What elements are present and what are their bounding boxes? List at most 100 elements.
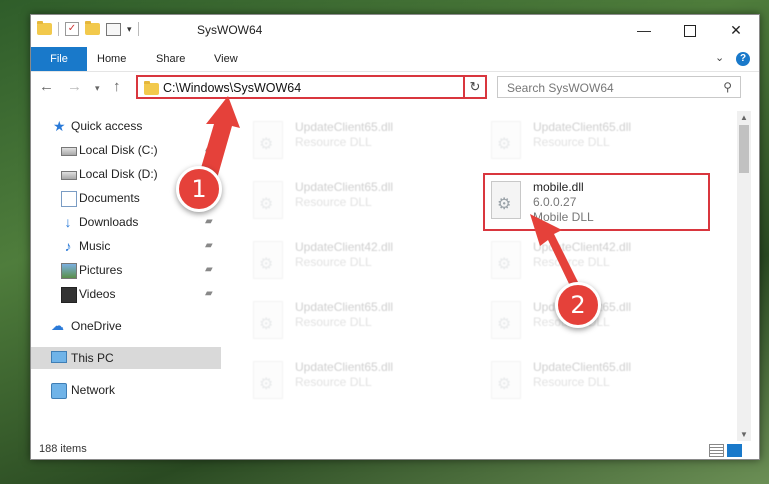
maximize-icon (684, 25, 696, 38)
sidebar-item-videos[interactable]: Videos ▰ (31, 283, 221, 305)
computer-icon (51, 351, 67, 363)
drive-icon (61, 147, 77, 156)
tab-file[interactable]: File (31, 47, 87, 71)
recent-locations-dropdown[interactable]: ▾ (95, 83, 100, 94)
file-item[interactable]: UpdateClient65.dll Resource DLL (485, 355, 705, 409)
status-bar: 188 items (31, 441, 759, 459)
sidebar-item-label: Documents (79, 191, 140, 205)
sidebar-item-label: OneDrive (71, 319, 122, 333)
dll-file-icon (491, 181, 521, 219)
sidebar-item-label: Network (71, 383, 116, 397)
sidebar-item-quick-access[interactable]: ★ Quick access (31, 115, 221, 137)
file-type: Resource DLL (533, 135, 610, 149)
video-icon (61, 287, 77, 303)
sidebar-item-music[interactable]: ♪ Music ▰ (31, 235, 221, 257)
tab-view[interactable]: View (200, 47, 252, 71)
search-placeholder: Search SysWOW64 (507, 81, 614, 95)
file-item[interactable]: UpdateClient42.dll Resource DLL (247, 235, 467, 289)
scroll-down-icon[interactable]: ▼ (740, 430, 748, 439)
expand-ribbon-icon[interactable]: ⌄ (715, 51, 724, 64)
dll-file-icon (491, 121, 521, 159)
search-input[interactable]: Search SysWOW64 ⚲ (497, 76, 741, 98)
file-type: Mobile DLL (533, 210, 594, 224)
vertical-scrollbar[interactable]: ▲ ▼ (737, 111, 751, 441)
close-button[interactable]: ✕ (713, 15, 759, 45)
sidebar-item-onedrive[interactable]: ☁ OneDrive (31, 315, 221, 337)
back-button[interactable]: ← (39, 78, 54, 95)
dll-file-icon (253, 361, 283, 399)
details-view-icon[interactable] (709, 444, 724, 457)
minimize-button[interactable]: — (621, 15, 667, 45)
file-name: UpdateClient65.dll (533, 120, 632, 134)
toolbar-divider (137, 22, 139, 36)
sidebar-item-label: Local Disk (C:) (79, 143, 158, 157)
address-bar[interactable]: C:\Windows\SysWOW64 ⌄ (136, 75, 484, 99)
customize-toolbar-dropdown[interactable]: ▾ (127, 24, 132, 35)
sidebar-item-network[interactable]: Network (31, 379, 221, 401)
help-icon[interactable]: ? (736, 52, 750, 66)
file-version: 6.0.0.27 (533, 195, 577, 209)
file-type: Resource DLL (295, 135, 372, 149)
file-type: Resource DLL (295, 255, 372, 269)
toolbar-divider (58, 22, 59, 36)
folder-icon[interactable] (37, 21, 52, 35)
new-folder-icon[interactable] (85, 21, 100, 35)
sidebar-item-label: Pictures (79, 263, 123, 277)
pictures-icon (61, 263, 77, 279)
search-icon[interactable]: ⚲ (723, 80, 732, 94)
ribbon-tabs: File Home Share View ⌄ ? (31, 47, 759, 72)
file-item[interactable]: UpdateClient65.dll Resource DLL (485, 115, 705, 169)
forward-button[interactable]: → (67, 78, 82, 95)
step-marker-1: 1 (176, 166, 222, 212)
documents-icon (61, 191, 77, 207)
star-icon: ★ (53, 118, 66, 134)
pin-icon[interactable]: ▰ (205, 259, 213, 281)
quick-access-toolbar: ✓ ▾ (37, 21, 139, 36)
sidebar-item-this-pc[interactable]: This PC (31, 347, 221, 369)
maximize-button[interactable] (667, 15, 713, 45)
file-list: UpdateClient65.dll Resource DLL UpdateCl… (239, 111, 739, 441)
properties-icon[interactable] (106, 22, 121, 36)
pin-icon[interactable]: ▰ (205, 283, 213, 305)
file-item[interactable]: UpdateClient65.dll Resource DLL (247, 355, 467, 409)
file-name: UpdateClient42.dll (295, 240, 394, 254)
sidebar-item-label: Downloads (79, 215, 139, 229)
window-title: SysWOW64 (197, 23, 263, 37)
file-type: Resource DLL (533, 255, 610, 269)
sidebar-item-label: Videos (79, 287, 116, 301)
dll-file-icon (253, 181, 283, 219)
file-type: Resource DLL (295, 315, 372, 329)
file-item[interactable]: UpdateClient65.dll Resource DLL (247, 295, 467, 349)
network-icon (51, 383, 67, 399)
download-icon: ↓ (64, 214, 72, 230)
sidebar-item-downloads[interactable]: ↓ Downloads ▰ (31, 211, 221, 233)
checkmark-icon[interactable]: ✓ (65, 22, 79, 36)
pin-icon[interactable]: ▰ (205, 211, 213, 233)
explorer-window: ✓ ▾ SysWOW64 — ✕ File Home Share View ⌄ … (30, 14, 760, 460)
file-name: mobile.dll (533, 180, 584, 194)
file-item[interactable]: UpdateClient65.dll Resource DLL (247, 175, 467, 229)
up-button[interactable]: ↑ (113, 78, 121, 95)
dll-file-icon (253, 121, 283, 159)
file-item-mobile-dll[interactable]: mobile.dll 6.0.0.27 Mobile DLL (483, 173, 710, 231)
refresh-button[interactable]: ↻ (463, 75, 487, 99)
pin-icon[interactable]: ▰ (205, 139, 213, 161)
file-type: Resource DLL (533, 375, 610, 389)
navigation-pane: ★ Quick access Local Disk (C:) ▰ Local D… (31, 111, 221, 441)
file-item[interactable]: UpdateClient42.dll Resource DLL (485, 235, 705, 289)
file-item[interactable]: UpdateClient65.dll Resource DLL (247, 115, 467, 169)
tab-home[interactable]: Home (83, 47, 140, 71)
step-marker-2: 2 (555, 282, 601, 328)
file-name: UpdateClient65.dll (295, 180, 394, 194)
sidebar-item-pictures[interactable]: Pictures ▰ (31, 259, 221, 281)
scroll-up-icon[interactable]: ▲ (740, 113, 748, 122)
large-icons-view-icon[interactable] (727, 444, 742, 457)
tab-share[interactable]: Share (142, 47, 199, 71)
scroll-thumb[interactable] (739, 125, 749, 173)
sidebar-item-label: Music (79, 239, 111, 253)
dll-file-icon (253, 241, 283, 279)
dll-file-icon (491, 241, 521, 279)
drive-icon (61, 171, 77, 180)
sidebar-item-local-disk-c[interactable]: Local Disk (C:) ▰ (31, 139, 221, 161)
pin-icon[interactable]: ▰ (205, 235, 213, 257)
